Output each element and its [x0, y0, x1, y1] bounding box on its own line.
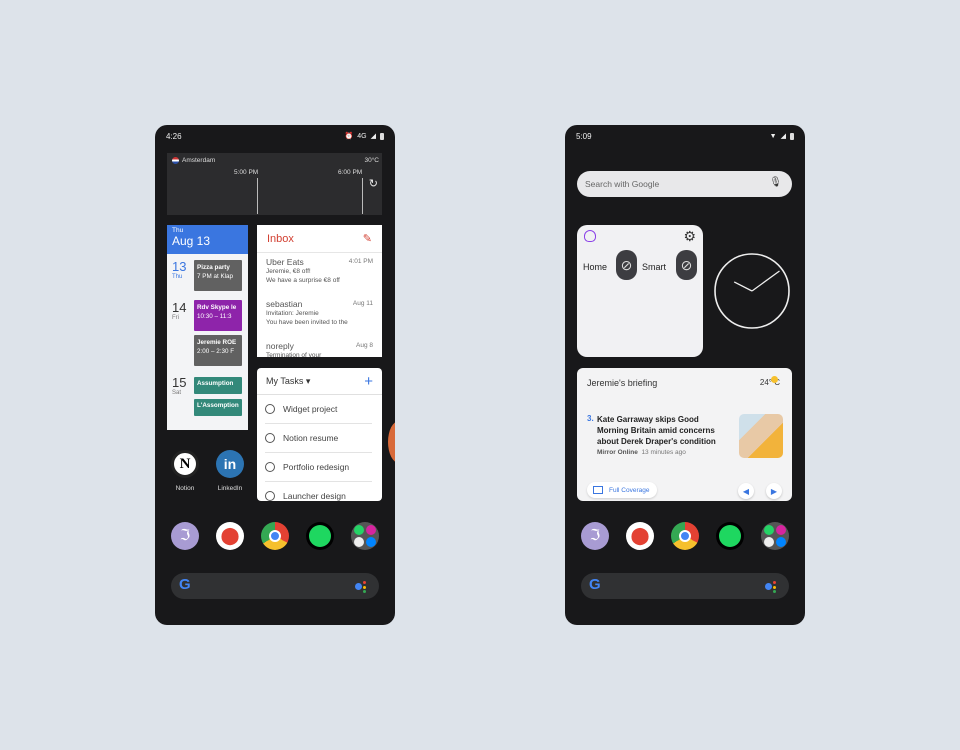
google-logo-icon: G: [589, 576, 601, 593]
task-item[interactable]: Notion resume: [265, 424, 372, 453]
day-label: 13 Thu: [172, 259, 187, 280]
briefing-title: Jeremie's briefing: [587, 378, 658, 388]
partial-widget: [388, 421, 395, 463]
assistant-icon[interactable]: [765, 581, 779, 593]
analog-clock[interactable]: [713, 252, 791, 330]
mic-icon[interactable]: 🎙: [769, 177, 782, 188]
task-checkbox[interactable]: [265, 491, 275, 501]
hue-lights-widget[interactable]: ⚙ Home ⊘ Smart ⊘: [577, 225, 703, 357]
tasks-widget[interactable]: My Tasks ▾ + Widget project Notion resume…: [257, 368, 382, 501]
battery-icon: [380, 132, 384, 140]
time-label: 5:00 PM: [234, 169, 259, 176]
story-source: Mirror Online 13 minutes ago: [597, 449, 686, 456]
app-label: LinkedIn: [217, 485, 243, 492]
status-bar: 4:26 ⏰ 4G ◢: [166, 130, 384, 142]
calendar-header[interactable]: Thu Aug 13: [167, 225, 248, 254]
hour-hand: [733, 281, 753, 292]
flag-icon: [172, 157, 179, 164]
task-checkbox[interactable]: [265, 404, 275, 414]
maps-app-icon[interactable]: ⬤: [626, 522, 654, 550]
coverage-icon: [593, 486, 603, 494]
light-toggle[interactable]: ⊘: [616, 250, 637, 280]
day-label: 14 Fri: [172, 300, 187, 321]
mail-item[interactable]: noreply Aug 8 Termination of your: [257, 337, 382, 357]
light-toggle[interactable]: ⊘: [676, 250, 697, 280]
story-thumbnail[interactable]: [739, 414, 783, 458]
dropdown-icon: ▾: [305, 375, 311, 386]
calendar-event[interactable]: L'Assomption: [194, 399, 242, 416]
next-story-button[interactable]: ▶: [766, 483, 782, 499]
task-item[interactable]: Launcher design: [265, 482, 372, 501]
task-list-selector[interactable]: My Tasks ▾: [266, 376, 310, 387]
story-headline[interactable]: Kate Garraway skips Good Morning Britain…: [597, 414, 727, 447]
calendar-header-date: Aug 13: [172, 234, 211, 248]
calendar-widget[interactable]: Thu Aug 13 13 Thu 14 Fri 15 Sat Pizza party…: [167, 225, 248, 430]
google-logo-icon: G: [179, 576, 191, 593]
calendar-event[interactable]: Jeremie ROE 2:00 – 2:30 F: [194, 335, 242, 366]
calendar-event[interactable]: Assumption: [194, 377, 242, 394]
alarm-icon: ⏰: [344, 133, 354, 140]
full-coverage-button[interactable]: Full Coverage: [587, 482, 658, 498]
status-time: 5:09: [576, 131, 592, 141]
signal-icon: ◢: [780, 133, 786, 140]
app-folder-icon[interactable]: [351, 522, 379, 550]
weather-temp: 30°C: [364, 157, 379, 164]
wifi-icon: ▼: [769, 132, 777, 140]
app-folder-icon[interactable]: [761, 522, 789, 550]
chrome-app-icon[interactable]: [261, 522, 289, 550]
add-task-icon[interactable]: +: [364, 373, 373, 390]
task-item[interactable]: Portfolio redesign: [265, 453, 372, 482]
gear-icon[interactable]: ⚙: [683, 228, 696, 245]
maps-app-icon[interactable]: ⬤: [216, 522, 244, 550]
notion-app-icon[interactable]: N: [171, 450, 199, 478]
signal-icon: ◢: [370, 133, 376, 140]
network-label: 4G: [357, 132, 367, 140]
calendar-event[interactable]: Pizza party 7 PM at Klap: [194, 260, 242, 291]
calendar-header-day: Thu: [172, 227, 184, 234]
time-marker: [362, 178, 363, 214]
task-item[interactable]: Widget project: [265, 395, 372, 424]
time-label: 6:00 PM: [338, 169, 363, 176]
status-bar: 5:09 ▼ ◢: [576, 130, 794, 142]
refresh-icon[interactable]: ↻: [369, 177, 378, 190]
battery-icon: [790, 132, 794, 140]
calendar-event[interactable]: Rdv Skype le 10:30 – 11:3: [194, 300, 242, 331]
task-checkbox[interactable]: [265, 462, 275, 472]
room-label: Home: [583, 262, 608, 272]
custom-app-icon[interactable]: ℑ: [171, 522, 199, 550]
spotify-app-icon[interactable]: [716, 522, 744, 550]
status-time: 4:26: [166, 131, 182, 141]
bulb-icon: [584, 230, 596, 242]
minute-hand: [751, 270, 780, 292]
story-index: 3.: [587, 414, 594, 423]
phone-screen-left: 4:26 ⏰ 4G ◢ Amsterdam 30°C 5:00 PM 6:00 PM…: [155, 125, 395, 625]
mail-item[interactable]: Uber Eats 4:01 PM Jeremie, €8 off! We have…: [257, 253, 382, 295]
prev-story-button[interactable]: ◀: [738, 483, 754, 499]
sun-icon: [771, 376, 778, 383]
phone-screen-right: 5:09 ▼ ◢ Search with Google 🎙 ⚙ Home ⊘ Sm…: [565, 125, 805, 625]
assistant-icon[interactable]: [355, 581, 369, 593]
mail-item[interactable]: sebastian Aug 11 Invitation: Jeremie You h…: [257, 295, 382, 337]
app-label: Notion: [175, 485, 195, 492]
weather-timeline-widget[interactable]: Amsterdam 30°C 5:00 PM 6:00 PM ↻: [167, 153, 382, 215]
spotify-app-icon[interactable]: [306, 522, 334, 550]
compose-icon[interactable]: ✎: [363, 232, 372, 245]
custom-app-icon[interactable]: ℑ: [581, 522, 609, 550]
day-label: 15 Sat: [172, 375, 187, 396]
google-search-bar[interactable]: G: [171, 573, 379, 599]
briefing-widget[interactable]: Jeremie's briefing 24° C 3. Kate Garrawa…: [577, 368, 792, 501]
room-label: Smart: [642, 262, 667, 272]
linkedin-app-icon[interactable]: in: [216, 450, 244, 478]
time-marker: [257, 178, 258, 214]
inbox-title: Inbox: [267, 232, 294, 245]
gmail-inbox-widget[interactable]: Inbox ✎ Uber Eats 4:01 PM Jeremie, €8 off!…: [257, 225, 382, 357]
google-search-input[interactable]: Search with Google 🎙: [577, 171, 792, 197]
task-checkbox[interactable]: [265, 433, 275, 443]
google-search-bar[interactable]: G: [581, 573, 789, 599]
weather-city: Amsterdam: [182, 157, 216, 164]
chrome-app-icon[interactable]: [671, 522, 699, 550]
